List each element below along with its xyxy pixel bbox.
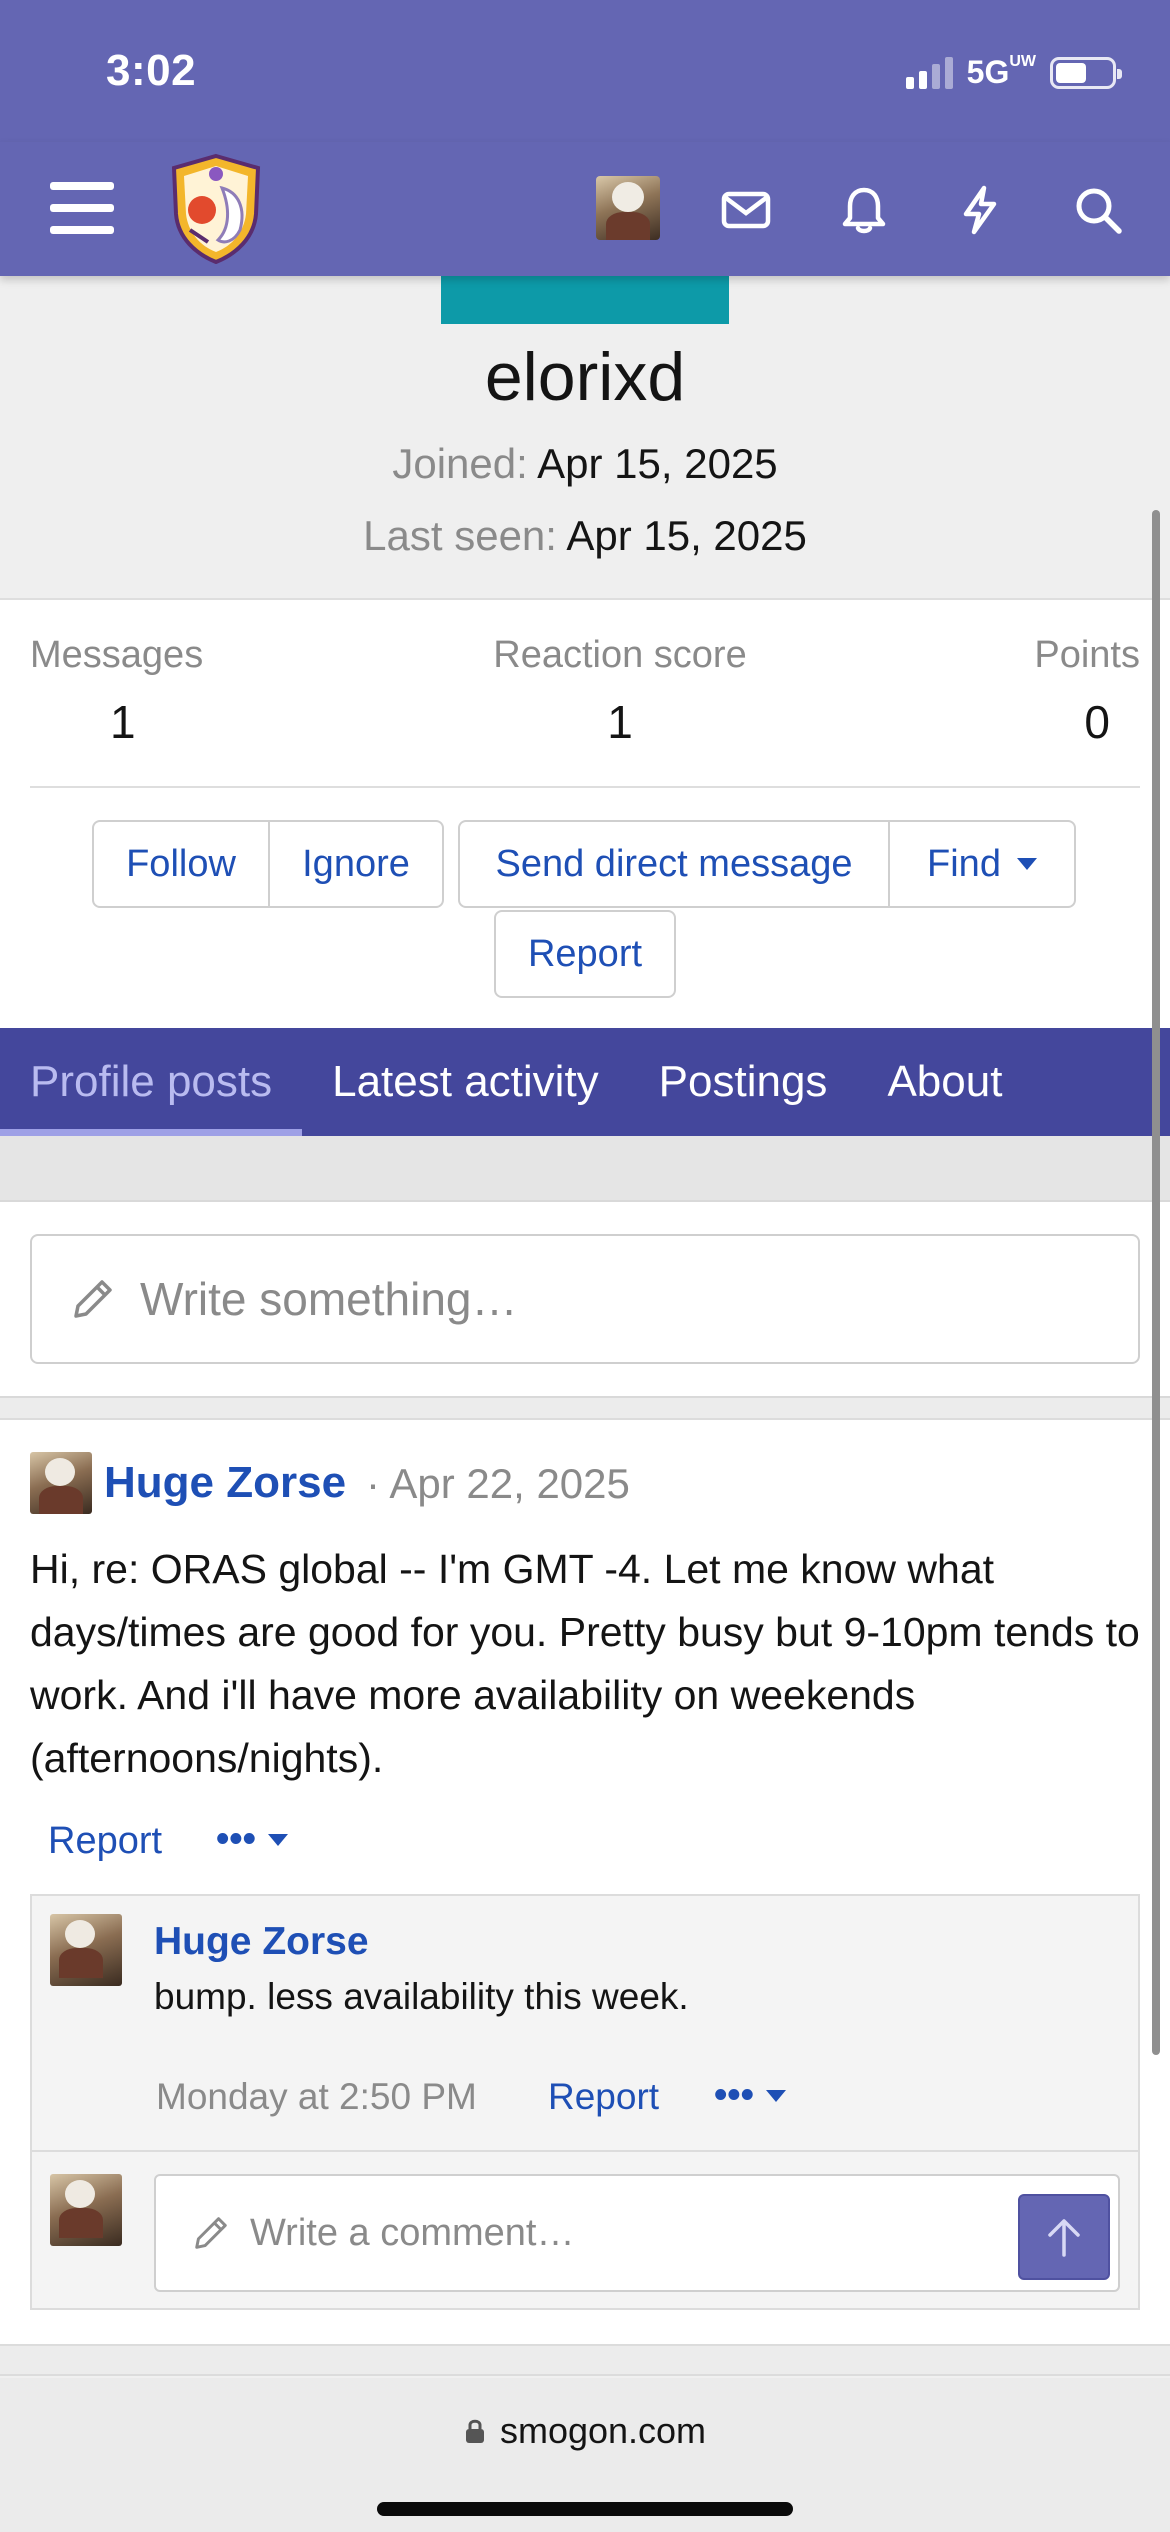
post-comments: Huge Zorse bump. less availability this … <box>30 1894 1140 2310</box>
bell-icon[interactable] <box>836 182 892 238</box>
post-body: Hi, re: ORAS global -- I'm GMT -4. Let m… <box>30 1546 1140 1781</box>
tab-about[interactable]: About <box>857 1028 1032 1136</box>
profile-stats: Messages 1 Reaction score 1 Points 0 Fol… <box>0 598 1170 1028</box>
last-seen-line: Last seen: Apr 15, 2025 <box>0 512 1170 560</box>
joined-line: Joined: Apr 15, 2025 <box>0 440 1170 488</box>
site-logo[interactable] <box>168 152 264 264</box>
write-something-placeholder: Write something… <box>140 1273 518 1325</box>
tab-latest-activity[interactable]: Latest activity <box>302 1028 629 1136</box>
profile-tabs: Profile posts Latest activity Postings A… <box>0 1028 1170 1136</box>
menu-icon[interactable] <box>50 182 114 234</box>
post-more-menu[interactable]: ••• <box>216 1818 288 1861</box>
profile-post-composer: Write something… <box>0 1202 1170 1398</box>
pencil-icon <box>195 2217 227 2249</box>
site-header <box>0 142 1170 276</box>
post-report-link[interactable]: Report <box>48 1820 162 1863</box>
comment-report-link[interactable]: Report <box>548 2076 659 2118</box>
chevron-down-icon <box>765 2089 786 2102</box>
browser-url[interactable]: smogon.com <box>0 2410 1170 2452</box>
user-avatar[interactable] <box>596 176 660 240</box>
stat-reaction-score[interactable]: Reaction score 1 <box>482 634 758 749</box>
post-comment-button[interactable] <box>1018 2194 1110 2280</box>
write-comment-placeholder: Write a comment… <box>250 2211 575 2254</box>
profile-banner <box>441 276 729 324</box>
stats-divider <box>30 786 1140 788</box>
section-gap <box>0 1136 1170 1202</box>
write-something-input[interactable]: Write something… <box>30 1234 1140 1364</box>
chevron-down-icon <box>1016 858 1037 870</box>
comment-more-menu[interactable]: ••• <box>714 2074 786 2117</box>
pencil-icon <box>74 1280 112 1318</box>
home-indicator[interactable] <box>377 2502 793 2516</box>
profile-username: elorixd <box>484 339 686 415</box>
section-gap <box>0 1398 1170 1418</box>
report-profile-button[interactable]: Report <box>494 910 676 998</box>
stat-points[interactable]: Points 0 <box>1024 634 1140 749</box>
network-type: 5GUW <box>966 53 1036 91</box>
page-bottom-gap <box>0 2346 1170 2376</box>
profile-header: elorixd Joined: Apr 15, 2025 Last seen: … <box>0 276 1170 598</box>
bolt-icon[interactable] <box>952 182 1008 238</box>
battery-icon <box>1050 56 1122 89</box>
arrow-up-icon <box>1048 2219 1080 2257</box>
last-seen-label: Last seen: <box>363 512 557 559</box>
profile-post: Huge Zorse · Apr 22, 2025 Hi, re: ORAS g… <box>0 1418 1170 2346</box>
comment-author-avatar[interactable] <box>50 1914 122 1986</box>
status-indicators: 5GUW <box>905 53 1122 91</box>
write-comment-input[interactable]: Write a comment… <box>154 2174 1120 2292</box>
comment-time[interactable]: Monday at 2:50 PM <box>156 2076 477 2118</box>
joined-label: Joined: <box>392 440 528 487</box>
tab-profile-posts[interactable]: Profile posts <box>0 1028 303 1136</box>
more-icon: ••• <box>714 2074 754 2116</box>
post-author-avatar[interactable] <box>30 1452 92 1514</box>
signal-icon <box>905 56 953 89</box>
profile-page: 3:02 5GUW elorixd Joined: Apr 15, 2025 L… <box>0 0 1170 2532</box>
send-direct-message-button[interactable]: Send direct message <box>458 820 890 908</box>
follow-button[interactable]: Follow <box>92 820 270 908</box>
stat-messages[interactable]: Messages 1 <box>30 634 203 749</box>
chevron-down-icon <box>267 1833 288 1846</box>
last-seen-value: Apr 15, 2025 <box>566 512 807 559</box>
inbox-icon[interactable] <box>718 182 774 238</box>
comment-author-name[interactable]: Huge Zorse <box>154 1920 369 1964</box>
page-scrollbar[interactable] <box>1152 510 1160 2055</box>
post-author-name[interactable]: Huge Zorse <box>104 1458 346 1508</box>
reply-user-avatar <box>50 2174 122 2246</box>
joined-value: Apr 15, 2025 <box>537 440 778 487</box>
comment-text: bump. less availability this week. <box>154 1976 689 2017</box>
ignore-button[interactable]: Ignore <box>268 820 444 908</box>
post-date[interactable]: · Apr 22, 2025 <box>366 1460 630 1508</box>
browser-url-bar[interactable]: smogon.com <box>0 2378 1170 2532</box>
status-time: 3:02 <box>106 46 197 95</box>
more-icon: ••• <box>216 1818 256 1860</box>
find-button[interactable]: Find <box>888 820 1076 908</box>
status-bar: 3:02 5GUW <box>0 0 1170 142</box>
lock-icon <box>465 2419 484 2443</box>
tab-postings[interactable]: Postings <box>629 1028 858 1136</box>
search-icon[interactable] <box>1070 182 1126 238</box>
comment-divider <box>32 2150 1138 2152</box>
